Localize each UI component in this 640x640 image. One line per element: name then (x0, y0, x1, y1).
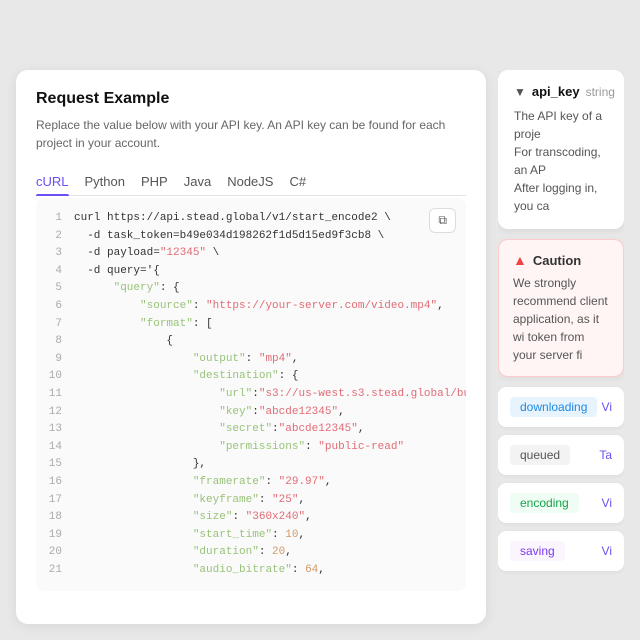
code-line: 13 "secret":"abcde12345", (44, 421, 458, 439)
tabs-container: cURL Python PHP Java NodeJS C# (36, 168, 466, 196)
code-line: 10 "destination": { (44, 368, 458, 386)
main-layout: Request Example Replace the value below … (0, 0, 640, 640)
api-key-header: ▼ api_key string (514, 84, 608, 99)
code-line: 5 "query": { (44, 280, 458, 298)
chevron-down-icon: ▼ (514, 85, 526, 99)
code-line: 18 "size": "360x240", (44, 509, 458, 527)
api-key-section: ▼ api_key string The API key of a proje … (498, 70, 624, 229)
tab-csharp[interactable]: C# (289, 168, 306, 195)
api-key-description: The API key of a proje For transcoding, … (514, 107, 608, 215)
code-line: 12 "key":"abcde12345", (44, 404, 458, 422)
code-block: ⧉ 1curl https://api.stead.global/v1/star… (36, 198, 466, 591)
tab-python[interactable]: Python (85, 168, 125, 195)
tab-curl[interactable]: cURL (36, 168, 69, 195)
caution-header: ▲ Caution (513, 252, 609, 268)
code-line: 16 "framerate": "29.97", (44, 474, 458, 492)
status-action-downloading[interactable]: Vi (602, 400, 612, 414)
warning-icon: ▲ (513, 252, 527, 268)
card-title: Request Example (36, 90, 466, 108)
caution-text: We strongly recommend client application… (513, 274, 609, 364)
tab-java[interactable]: Java (184, 168, 211, 195)
code-line: 4 -d query='{ (44, 263, 458, 281)
code-line: 15 }, (44, 456, 458, 474)
code-line: 11 "url":"s3://us-west.s3.stead.global/b… (44, 386, 458, 404)
code-line: 6 "source": "https://your-server.com/vid… (44, 298, 458, 316)
api-key-name: api_key (532, 84, 580, 99)
status-badge-saving: saving (510, 541, 565, 561)
status-row-saving: saving Vi (498, 531, 624, 571)
status-action-queued[interactable]: Ta (599, 448, 612, 462)
status-row-encoding: encoding Vi (498, 483, 624, 523)
status-badge-downloading: downloading (510, 397, 597, 417)
code-line: 20 "duration": 20, (44, 544, 458, 562)
code-line: 1curl https://api.stead.global/v1/start_… (44, 210, 458, 228)
tab-nodejs[interactable]: NodeJS (227, 168, 273, 195)
code-line: 2 -d task_token=b49e034d198262f1d5d15ed9… (44, 228, 458, 246)
api-key-type: string (586, 85, 615, 99)
copy-button[interactable]: ⧉ (429, 208, 456, 233)
status-action-saving[interactable]: Vi (602, 544, 612, 558)
status-badge-queued: queued (510, 445, 570, 465)
code-line: 14 "permissions": "public-read" (44, 439, 458, 457)
caution-box: ▲ Caution We strongly recommend client a… (498, 239, 624, 377)
status-badge-encoding: encoding (510, 493, 579, 513)
code-line: 17 "keyframe": "25", (44, 492, 458, 510)
tab-php[interactable]: PHP (141, 168, 168, 195)
status-row-queued: queued Ta (498, 435, 624, 475)
caution-title: Caution (533, 253, 581, 268)
status-row-downloading: downloading Vi (498, 387, 624, 427)
code-line: 7 "format": [ (44, 316, 458, 334)
card-description: Replace the value below with your API ke… (36, 116, 466, 152)
code-line: 8 { (44, 333, 458, 351)
status-action-encoding[interactable]: Vi (602, 496, 612, 510)
right-panel: ▼ api_key string The API key of a proje … (498, 70, 624, 624)
status-list: downloading Vi queued Ta encoding Vi sav… (498, 387, 624, 571)
code-line: 21 "audio_bitrate": 64, (44, 562, 458, 580)
code-line: 9 "output": "mp4", (44, 351, 458, 369)
code-line: 3 -d payload="12345" \ (44, 245, 458, 263)
request-card: Request Example Replace the value below … (16, 70, 486, 624)
code-line: 19 "start_time": 10, (44, 527, 458, 545)
